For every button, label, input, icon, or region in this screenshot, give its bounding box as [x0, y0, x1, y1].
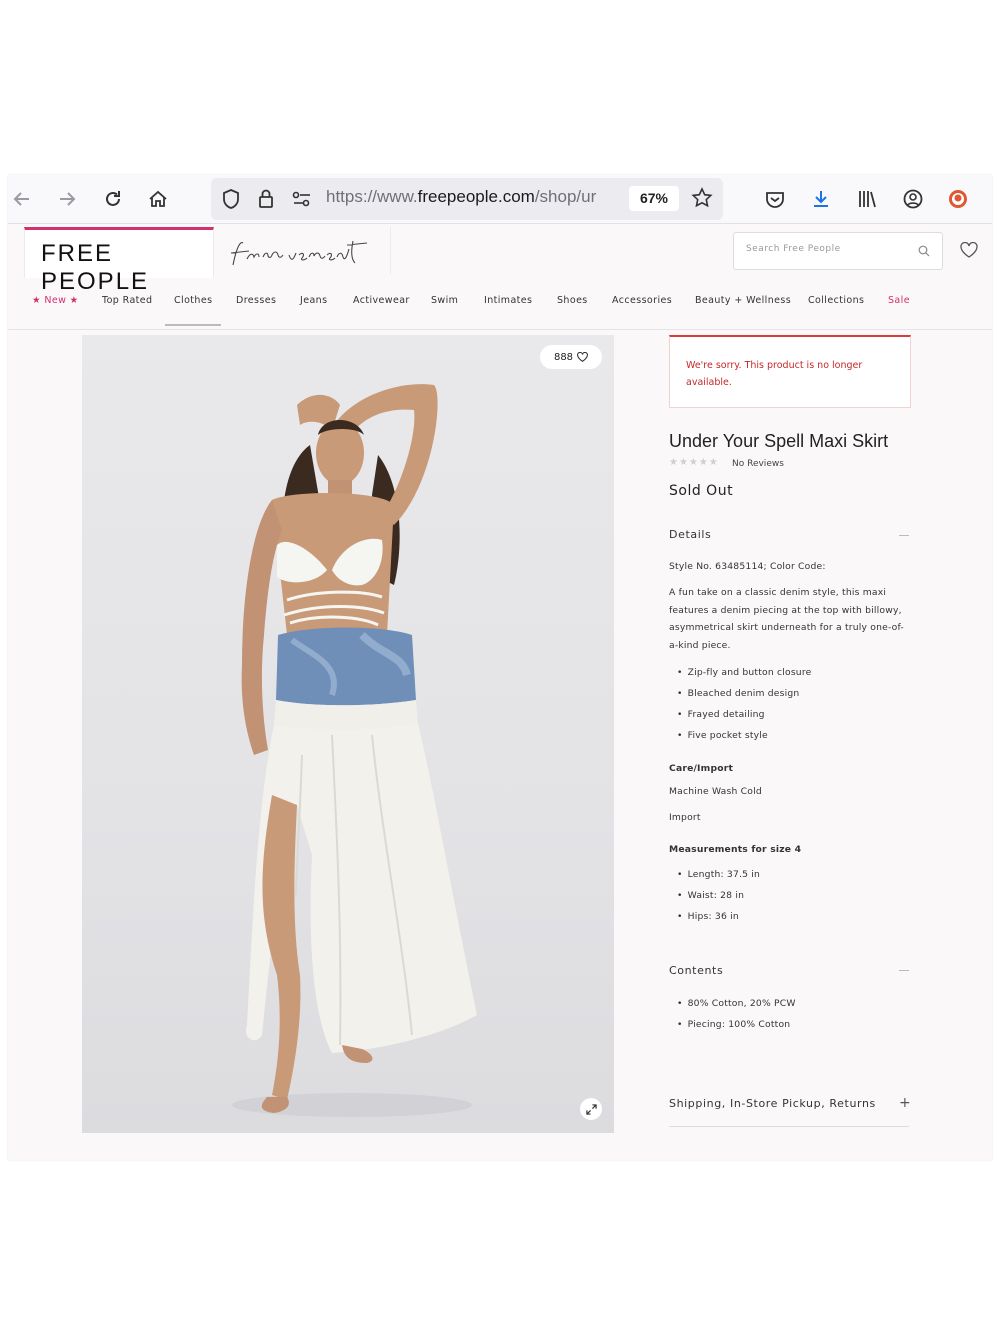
nav-activewear[interactable]: Activewear: [353, 295, 410, 306]
details-heading[interactable]: Details: [669, 528, 711, 541]
pocket-icon[interactable]: [759, 183, 791, 215]
product-image[interactable]: 888: [82, 335, 614, 1133]
divider: [669, 1126, 909, 1127]
browser-toolbar: https://www.freepeople.com/shop/ur 67%: [8, 175, 992, 224]
shipping-heading[interactable]: Shipping, In-Store Pickup, Returns: [669, 1097, 876, 1110]
reviews-link[interactable]: No Reviews: [732, 459, 784, 469]
nav-sale[interactable]: Sale: [888, 295, 910, 306]
collapse-icon[interactable]: [899, 535, 909, 536]
download-icon[interactable]: [805, 183, 837, 215]
nav-swim[interactable]: Swim: [431, 295, 458, 306]
feature-item: Frayed detailing: [677, 709, 765, 720]
feature-item: Five pocket style: [677, 730, 768, 741]
search-input[interactable]: Search Free People: [733, 232, 943, 270]
expand-image-button[interactable]: [580, 1098, 602, 1120]
nav-collections[interactable]: Collections: [808, 295, 864, 306]
duckduckgo-icon[interactable]: [942, 183, 974, 215]
alert-text: We're sorry. This product is no longer a…: [686, 360, 863, 388]
main-nav: ★ New ★ Top Rated Clothes Dresses Jeans …: [8, 293, 992, 311]
product-title: Under Your Spell Maxi Skirt: [669, 431, 889, 451]
expand-icon: [585, 1103, 597, 1115]
unavailable-alert: We're sorry. This product is no longer a…: [669, 335, 911, 408]
care-line: Machine Wash Cold: [669, 786, 762, 797]
measurement-item: Waist: 28 in: [677, 890, 744, 901]
nav-accessories[interactable]: Accessories: [612, 295, 672, 306]
measurement-item: Hips: 36 in: [677, 911, 739, 922]
search-icon[interactable]: [918, 245, 930, 257]
account-icon[interactable]: [897, 183, 929, 215]
expand-plus-icon[interactable]: +: [899, 1096, 911, 1110]
care-heading: Care/Import: [669, 763, 734, 774]
measurement-item: Length: 37.5 in: [677, 869, 760, 880]
nav-active-indicator: [165, 324, 221, 326]
shield-icon[interactable]: [221, 188, 241, 214]
zoom-level[interactable]: 67%: [629, 186, 679, 211]
stock-status: Sold Out: [669, 483, 734, 499]
library-icon[interactable]: [851, 183, 883, 215]
contents-item: 80% Cotton, 20% PCW: [677, 998, 796, 1009]
browser-window: https://www.freepeople.com/shop/ur 67% F…: [8, 175, 992, 1160]
url-text[interactable]: https://www.freepeople.com/shop/ur: [326, 187, 626, 207]
nav-beauty-wellness[interactable]: Beauty + Wellness: [695, 295, 791, 306]
contents-heading[interactable]: Contents: [669, 964, 723, 977]
wishlist-count: 888: [553, 351, 574, 363]
nav-new[interactable]: ★ New ★: [32, 295, 79, 306]
model-illustration: [232, 384, 477, 1117]
nav-top-rated[interactable]: Top Rated: [102, 295, 152, 306]
rating-stars[interactable]: ★★★★★: [669, 457, 719, 468]
url-bar[interactable]: https://www.freepeople.com/shop/ur 67%: [211, 178, 723, 220]
site-header: FREE PEOPLE Search Free People ★ New ★ T…: [8, 224, 992, 330]
feature-item: Bleached denim design: [677, 688, 800, 699]
nav-dresses[interactable]: Dresses: [236, 295, 276, 306]
wishlist-heart-icon[interactable]: [960, 241, 978, 262]
nav-shoes[interactable]: Shoes: [557, 295, 588, 306]
nav-clothes[interactable]: Clothes: [174, 295, 212, 306]
permissions-icon[interactable]: [291, 189, 313, 213]
bookmark-star-icon[interactable]: [691, 187, 713, 213]
back-icon[interactable]: [8, 183, 38, 215]
forward-icon[interactable]: [51, 183, 83, 215]
search-placeholder: Search Free People: [746, 244, 841, 254]
free-people-logo-link[interactable]: FREE PEOPLE: [24, 227, 214, 295]
nav-jeans[interactable]: Jeans: [300, 295, 327, 306]
collapse-icon[interactable]: [899, 970, 909, 971]
nav-intimates[interactable]: Intimates: [484, 295, 532, 306]
home-icon[interactable]: [142, 183, 174, 215]
reload-icon[interactable]: [97, 183, 129, 215]
feature-item: Zip-fly and button closure: [677, 667, 812, 678]
care-line: Import: [669, 812, 701, 823]
heart-icon: [577, 352, 588, 362]
fp-movement-logo: [230, 240, 368, 266]
contents-item: Piecing: 100% Cotton: [677, 1019, 791, 1030]
fp-movement-link[interactable]: [213, 227, 391, 275]
lock-icon[interactable]: [257, 187, 275, 213]
measurements-heading: Measurements for size 4: [669, 844, 802, 855]
product-description: A fun take on a classic denim style, thi…: [669, 587, 904, 651]
wishlist-count-button[interactable]: 888: [540, 345, 602, 369]
style-number: Style No. 63485114; Color Code:: [669, 561, 826, 572]
free-people-logo: FREE PEOPLE: [41, 240, 150, 295]
